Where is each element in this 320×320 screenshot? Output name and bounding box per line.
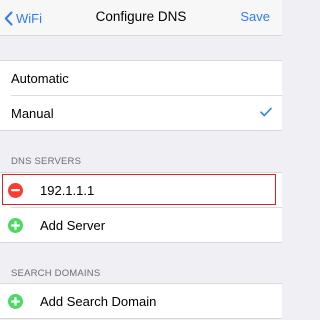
mode-option-manual[interactable]: Manual <box>0 96 282 131</box>
mode-option-label: Automatic <box>11 71 69 86</box>
navigation-bar: WiFi Configure DNS Save <box>0 0 282 36</box>
plus-icon <box>11 221 20 230</box>
configure-dns-screen: WiFi Configure DNS Save Automatic Manual… <box>0 0 282 320</box>
add-server-icon-button[interactable] <box>8 218 23 233</box>
dns-mode-group: Automatic Manual <box>0 60 282 131</box>
mode-option-label: Manual <box>11 106 54 121</box>
dns-server-row[interactable]: 192.1.1.1 <box>0 173 282 208</box>
delete-server-button[interactable] <box>8 183 23 198</box>
chevron-left-icon <box>4 11 13 25</box>
add-search-domain-icon-button[interactable] <box>8 294 23 309</box>
dns-servers-group: 192.1.1.1 Add Server <box>0 172 282 243</box>
back-button[interactable]: WiFi <box>4 9 42 27</box>
checkmark-icon <box>260 107 272 117</box>
add-server-label: Add Server <box>40 218 106 233</box>
save-button[interactable]: Save <box>240 9 270 24</box>
minus-icon <box>11 189 20 192</box>
search-domains-header: SEARCH DOMAINS <box>11 268 101 279</box>
dns-server-address[interactable]: 192.1.1.1 <box>40 183 94 198</box>
add-search-domain-label: Add Search Domain <box>40 294 157 309</box>
back-label: WiFi <box>16 10 42 26</box>
add-server-row[interactable]: Add Server <box>0 208 282 243</box>
search-domains-group: Add Search Domain <box>0 283 282 319</box>
mode-option-automatic[interactable]: Automatic <box>0 61 282 96</box>
add-search-domain-row[interactable]: Add Search Domain <box>0 284 282 319</box>
plus-icon <box>11 297 20 306</box>
dns-servers-header: DNS SERVERS <box>11 156 82 167</box>
page-title: Configure DNS <box>95 9 187 24</box>
